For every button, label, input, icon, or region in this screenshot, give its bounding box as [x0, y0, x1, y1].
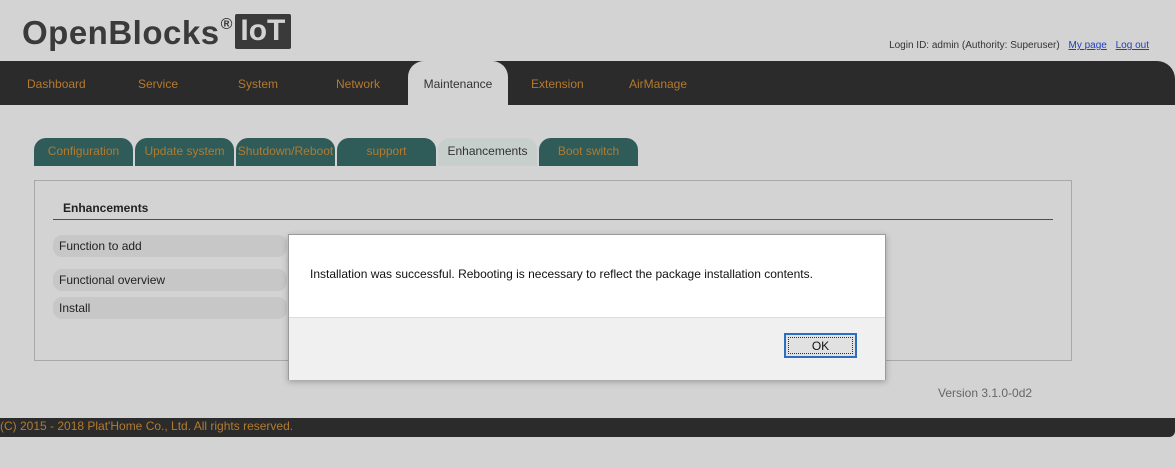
main-nav: Dashboard Service System Network Mainten…: [0, 61, 1175, 105]
page: OpenBlocks ® IoT Login ID: admin (Author…: [0, 0, 1175, 468]
row-function-to-add: Function to add: [53, 235, 287, 257]
ok-button[interactable]: OK: [784, 333, 857, 358]
version-label: Version 3.1.0-0d2: [938, 386, 1033, 400]
user-bar: Login ID: admin (Authority: Superuser) M…: [889, 40, 1149, 51]
logo-text: OpenBlocks: [22, 14, 220, 51]
logo-registered-mark: ®: [220, 16, 233, 33]
tab-enhancements[interactable]: Enhancements: [438, 138, 537, 166]
login-info: Login ID: admin (Authority: Superuser): [889, 40, 1060, 51]
tab-boot-switch[interactable]: Boot switch: [539, 138, 638, 166]
nav-network[interactable]: Network: [336, 61, 380, 105]
logo-iot-badge: IoT: [235, 14, 292, 49]
panel-divider: [53, 219, 1053, 220]
panel-title: Enhancements: [63, 201, 149, 215]
my-page-link[interactable]: My page: [1068, 40, 1106, 51]
tab-update-system[interactable]: Update system: [135, 138, 234, 166]
nav-service[interactable]: Service: [138, 61, 178, 105]
dialog-footer: OK: [289, 317, 885, 380]
nav-extension[interactable]: Extension: [531, 61, 584, 105]
tab-support[interactable]: support: [337, 138, 436, 166]
openblocks-logo: OpenBlocks ® IoT: [22, 14, 292, 52]
row-install: Install: [53, 297, 287, 319]
row-functional-overview: Functional overview: [53, 269, 287, 291]
footer: (C) 2015 - 2018 Plat'Home Co., Ltd. All …: [0, 418, 1175, 437]
nav-dashboard[interactable]: Dashboard: [27, 61, 86, 105]
dialog-message: Installation was successful. Rebooting i…: [310, 267, 813, 281]
nav-maintenance[interactable]: Maintenance: [408, 61, 508, 105]
logout-link[interactable]: Log out: [1116, 40, 1149, 51]
nav-airmanage[interactable]: AirManage: [629, 61, 687, 105]
copyright-text: (C) 2015 - 2018 Plat'Home Co., Ltd. All …: [0, 419, 294, 433]
tab-shutdown-reboot[interactable]: Shutdown/Reboot: [236, 138, 335, 166]
tab-configuration[interactable]: Configuration: [34, 138, 133, 166]
installation-dialog: Installation was successful. Rebooting i…: [288, 234, 886, 380]
nav-system[interactable]: System: [238, 61, 278, 105]
